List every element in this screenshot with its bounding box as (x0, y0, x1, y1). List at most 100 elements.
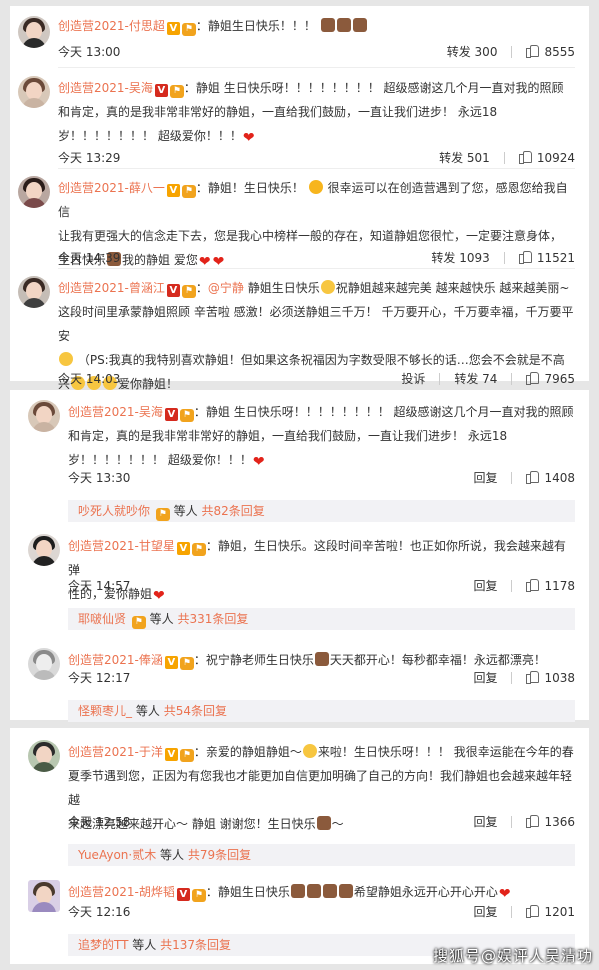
comment-panel-3: 创造营2021-于洋 V ⚑ ：亲爱的静姐静姐～ 来啦！生日快乐呀！！！ 我很幸运能在今… (10, 728, 589, 964)
avatar[interactable] (28, 400, 60, 432)
comment-text: 夏季节遇到您，正因为有您我也才能更加自信更加明确了自己的方向！我们静姐也会越来越… (68, 769, 573, 807)
reply-user[interactable]: 吵死人就吵你 (78, 504, 150, 518)
cake-emoji-icon (290, 884, 305, 898)
repost-button[interactable]: 转发 300 (447, 42, 498, 62)
like-button[interactable]: 1201 (526, 902, 575, 922)
level-icon: ⚑ (179, 409, 194, 422)
username[interactable]: 创造营2021-甘望星 (68, 539, 175, 553)
like-button[interactable]: 1408 (526, 468, 575, 488)
timestamp: 今天 14:03 (58, 372, 121, 386)
reply-count[interactable]: 共82条回复 (202, 504, 265, 518)
thumb-up-icon (526, 371, 540, 385)
timestamp: 今天 13:30 (68, 471, 131, 485)
timestamp: 今天 13:00 (58, 45, 121, 59)
verified-icon: V (164, 408, 178, 421)
report-button[interactable]: 投诉 (401, 369, 425, 389)
comment-panel-1: 创造营2021-付思超 V ⚑ ：静姐生日快乐！！！ 今天 13:00 转发 300 … (10, 6, 589, 391)
comment-text: 希望静姐永远开心开心开心 (353, 885, 498, 899)
thumb-up-icon (526, 44, 540, 58)
comment-panel-2: 创造营2021-吴海 V ⚑ ：静姐 生日快乐呀！！！！！！！！ 超级感谢这几个月一直… (10, 390, 589, 722)
reply-button[interactable]: 回复 (473, 668, 497, 688)
level-icon: ⚑ (191, 889, 206, 902)
avatar[interactable] (18, 276, 50, 308)
comment-meta: 今天 12:17 回复 1038 (68, 668, 575, 688)
username[interactable]: 创造营2021-于洋 (68, 745, 163, 759)
sub-replies-link[interactable]: 吵死人就吵你 ⚑ 等人 共82条回复 (68, 500, 575, 522)
reply-count[interactable]: 共331条回复 (178, 612, 249, 626)
sub-replies-link[interactable]: 怪颗枣儿_ 等人 共54条回复 (68, 700, 575, 722)
reply-user[interactable]: 耶啵仙贤 (78, 612, 126, 626)
username[interactable]: 创造营2021-胡烨韬 (68, 885, 175, 899)
username[interactable]: 创造营2021-付思超 (58, 19, 165, 33)
comment-meta: 今天 12:16 回复 1201 (68, 902, 575, 922)
verified-icon: V (176, 542, 190, 555)
avatar[interactable] (28, 648, 60, 680)
comment-text: 祝宁静老师生日快乐 (205, 653, 314, 667)
avatar[interactable] (28, 880, 60, 912)
username[interactable]: 创造营2021-曾涵江 (58, 281, 165, 295)
comment-text: 静姐 生日快乐呀！！！！！！！！ 超级感谢这几个月一直对我的照顾 (205, 405, 574, 419)
timestamp: 今天 12:58 (68, 815, 131, 829)
comment-meta: 今天 13:29 转发 501 10924 (58, 148, 575, 168)
verified-icon: V (166, 284, 180, 297)
avatar[interactable] (28, 740, 60, 772)
like-button[interactable]: 1366 (526, 812, 575, 832)
reply-user[interactable]: 怪颗枣儿_ (78, 704, 132, 718)
verified-icon: V (164, 748, 178, 761)
heart-emoji-icon: ❤ (242, 130, 255, 146)
like-button[interactable]: 8555 (526, 42, 575, 62)
mention-link[interactable]: @宁静 (208, 281, 244, 295)
cake-emoji-icon (338, 884, 353, 898)
comment-text: 让我有更强大的信念走下去，您是我心中榜样一般的存在，知道静姐您很忙，一定要注意身… (58, 229, 563, 243)
comment-text: 静姐生日快乐 (247, 281, 320, 295)
reply-user[interactable]: YueAyon·贰木 (78, 848, 156, 862)
reply-count[interactable]: 共137条回复 (160, 938, 231, 952)
username[interactable]: 创造营2021-吴海 (68, 405, 163, 419)
avatar[interactable] (18, 176, 50, 208)
verified-icon: V (154, 84, 168, 97)
cake-emoji-icon (314, 652, 329, 666)
comment-text: 岁！！！！！！！ 超级爱你！！！ (68, 453, 252, 467)
comment-text: 来啦！生日快乐呀！！！ 我很幸运能在今年的春 (317, 745, 574, 759)
comment-text: 天天都开心！每秒都幸福！永远都漂亮！ (329, 653, 546, 667)
reply-button[interactable]: 回复 (473, 468, 497, 488)
username[interactable]: 创造营2021-俸涵 (68, 653, 163, 667)
username[interactable]: 创造营2021-吴海 (58, 81, 153, 95)
reply-count[interactable]: 共79条回复 (188, 848, 251, 862)
avatar[interactable] (28, 534, 60, 566)
sub-replies-link[interactable]: 耶啵仙贤 ⚑ 等人 共331条回复 (68, 608, 575, 630)
comment-meta: 今天 13:30 回复 1408 (68, 468, 575, 488)
comment-text: 静姐！生日快乐！ (207, 181, 304, 195)
repost-button[interactable]: 转发 1093 (431, 248, 489, 268)
repost-button[interactable]: 转发 501 (439, 148, 490, 168)
comment-text: 祝静姐越来越完美 越来越快乐 越来越美丽~ (335, 281, 570, 295)
like-button[interactable]: 7965 (526, 369, 575, 389)
level-icon: ⚑ (131, 616, 146, 629)
thumb-up-icon (518, 250, 532, 264)
reply-button[interactable]: 回复 (473, 812, 497, 832)
avatar[interactable] (18, 76, 50, 108)
level-icon: ⚑ (191, 543, 206, 556)
repost-button[interactable]: 转发 74 (454, 369, 497, 389)
avatar[interactable] (18, 16, 50, 48)
reply-count[interactable]: 共54条回复 (164, 704, 227, 718)
sub-replies-link[interactable]: YueAyon·贰木 等人 共79条回复 (68, 844, 575, 866)
thumb-up-icon (526, 578, 540, 592)
comment-meta: 今天 14:03 投诉 转发 74 7965 (58, 369, 575, 389)
like-button[interactable]: 1038 (526, 668, 575, 688)
comment-text: 这段时间里承蒙静姐照顾 辛苦啦 感激！必须送静姐三千万！ 千万要开心，千万要幸福… (58, 305, 574, 343)
thumb-up-icon (526, 470, 540, 484)
comment-text: （PS:我真的我特别喜欢静姐！但如果这条祝福因为字数受限不够长的话…您会不会就是… (77, 353, 565, 367)
username[interactable]: 创造营2021-薛八一 (58, 181, 165, 195)
reply-button[interactable]: 回复 (473, 902, 497, 922)
thumb-up-icon (526, 904, 540, 918)
like-button[interactable]: 10924 (518, 148, 575, 168)
reply-button[interactable]: 回复 (473, 576, 497, 596)
comment-text: 亲爱的静姐静姐～ (205, 745, 302, 759)
reply-user[interactable]: 追梦的TT (78, 938, 128, 952)
cake-emoji-icon (320, 18, 335, 32)
like-button[interactable]: 11521 (518, 248, 575, 268)
watermark: 搜狐号@娱评人吴清功 (432, 947, 593, 965)
timestamp: 今天 14:57 (68, 579, 131, 593)
like-button[interactable]: 1178 (526, 576, 575, 596)
